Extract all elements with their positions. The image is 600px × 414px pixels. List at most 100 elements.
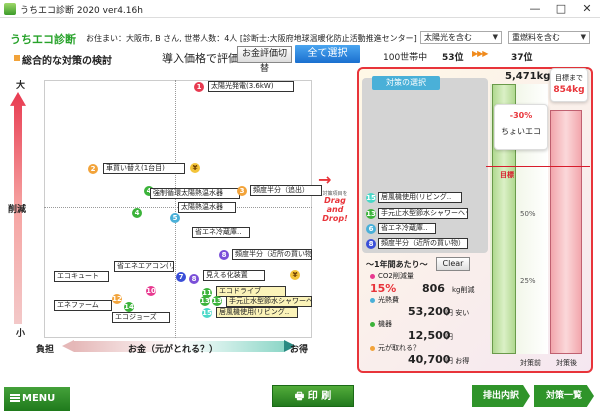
clear-button[interactable]: Clear bbox=[436, 257, 470, 271]
measure-badge: 5 bbox=[170, 213, 180, 223]
target-line bbox=[486, 166, 590, 167]
measure-item-eco-aircon[interactable]: 省エネエアコン(リビ.. bbox=[114, 261, 174, 272]
selected-badge: 8 bbox=[366, 239, 376, 249]
maint-unit: 円 bbox=[446, 333, 453, 341]
brand-title: うちエコ診断 bbox=[10, 33, 76, 46]
measure-badge: 8 bbox=[189, 274, 199, 284]
target-until-label: 目標まで bbox=[555, 74, 583, 82]
section-bullet bbox=[14, 55, 20, 61]
heat-value: 53,200 bbox=[408, 305, 451, 318]
close-button[interactable]: ✕ bbox=[574, 0, 600, 18]
hamburger-icon bbox=[10, 394, 20, 402]
minimize-button[interactable]: — bbox=[522, 0, 548, 18]
measure-item-forced-solar-heater[interactable]: 強制循環太陽熱温水器 bbox=[150, 188, 240, 199]
measure-badge: 4 bbox=[132, 208, 142, 218]
measure-badge: 12 bbox=[112, 294, 122, 304]
measure-badge: 15 bbox=[202, 308, 212, 318]
menu-label: MENU bbox=[22, 393, 56, 404]
y-axis-top-label: 大 bbox=[16, 81, 26, 91]
measure-badge: 1 bbox=[194, 82, 204, 92]
emission-breakdown-button[interactable]: 排出内訳 bbox=[472, 385, 530, 407]
rank-arrows-icon: ▶▶▶ bbox=[472, 49, 489, 58]
maximize-button[interactable]: □ bbox=[548, 0, 574, 18]
x-axis-left-arrow bbox=[62, 340, 74, 352]
reduction-percent: -30% bbox=[509, 111, 533, 120]
payback-unit: 円 お得 bbox=[446, 357, 470, 365]
yen-icon: ¥ bbox=[190, 163, 200, 173]
printer-icon: 🖶 bbox=[294, 391, 308, 402]
heat-label: 光熱費 bbox=[378, 296, 399, 304]
chevron-down-icon: ▼ bbox=[492, 33, 498, 41]
co2-percent: 15% bbox=[370, 282, 397, 295]
measure-item-fridge[interactable]: 省エネ冷蔵庫.. bbox=[192, 227, 250, 238]
x-axis-left-label: 負担 bbox=[36, 345, 55, 355]
co2-value: 806 bbox=[422, 282, 445, 295]
maint-value: 12,500 bbox=[408, 329, 451, 342]
co2-label: CO2削減量 bbox=[378, 272, 414, 280]
app-icon bbox=[4, 3, 16, 15]
per-year-label: ～1年間あたり～ bbox=[366, 260, 428, 269]
measures-list-button[interactable]: 対策一覧 bbox=[534, 385, 594, 407]
bar-before-label: 対策前 bbox=[520, 359, 541, 367]
solar-filter-value: 太陽光を含む bbox=[424, 33, 472, 42]
print-button[interactable]: 🖶 印 刷 bbox=[272, 385, 354, 407]
measure-badge: 10 bbox=[146, 286, 156, 296]
pct-50: 50% bbox=[520, 210, 536, 218]
selected-badge: 6 bbox=[366, 224, 376, 234]
target-bubble: 目標まで 854kg bbox=[550, 68, 588, 102]
measure-item-car[interactable]: 車買い替え(1台目) bbox=[103, 163, 185, 174]
solar-filter-select[interactable]: 太陽光を含む ▼ bbox=[420, 31, 502, 44]
household-info: お住まい：大阪市, B さん, 世帯人数：4人 [診断士:大阪府地球温暖化防止活… bbox=[86, 34, 417, 43]
measure-item-ecojozu[interactable]: エコジョーズ bbox=[112, 312, 170, 323]
fuel-filter-select[interactable]: 重燃料を含む ▼ bbox=[508, 31, 590, 44]
print-label: 印 刷 bbox=[307, 391, 332, 402]
window-title: うちエコ診断 2020 ver4.16h bbox=[20, 6, 143, 16]
x-axis-label: お金（元がとれる？） bbox=[128, 345, 219, 355]
maint-dot-icon bbox=[370, 322, 375, 327]
co2-unit: kg削減 bbox=[452, 286, 475, 294]
x-axis-right-label: お得 bbox=[290, 345, 309, 355]
selected-item-shopping-half[interactable]: 頻度半分（近所の買い物） bbox=[378, 238, 468, 249]
select-all-button[interactable]: 全て選択 bbox=[295, 45, 360, 63]
bar-after bbox=[550, 110, 582, 354]
measure-item-drive-half[interactable]: 頻度半分（追出） bbox=[250, 185, 322, 196]
measure-item-solar-heater[interactable]: 太陽熱温水器 bbox=[178, 202, 236, 213]
maint-label: 機器 bbox=[378, 320, 392, 328]
selection-header: 対策の選択 bbox=[372, 76, 440, 90]
payback-value: 40,700 bbox=[408, 353, 451, 366]
measure-badge: 14 bbox=[124, 302, 134, 312]
yen-icon: ¥ bbox=[290, 270, 300, 280]
selected-badge: 13 bbox=[366, 209, 376, 219]
pct-25: 25% bbox=[520, 277, 536, 285]
payback-label: 元が取れる？ bbox=[378, 344, 420, 352]
selected-item-fan[interactable]: 居風機使用(リビング.. bbox=[378, 192, 462, 203]
heat-dot-icon bbox=[370, 298, 375, 303]
measure-badge: 2 bbox=[88, 164, 98, 174]
fuel-filter-value: 重燃料を含む bbox=[512, 33, 560, 42]
measure-item-solar[interactable]: 太陽光発電(3.6kW) bbox=[208, 81, 294, 92]
target-label: 目標 bbox=[500, 171, 514, 179]
measure-badge: 13 bbox=[200, 296, 210, 306]
section-title: 総合的な対策の検討 bbox=[22, 56, 112, 67]
measure-badge: 3 bbox=[237, 186, 247, 196]
measure-item-shower-head[interactable]: 手元止水型節水シャワーヘッド bbox=[226, 296, 312, 307]
y-axis-bottom-label: 小 bbox=[16, 329, 26, 339]
payback-dot-icon bbox=[370, 346, 375, 351]
reduction-bubble: -30% ちょいエコ bbox=[494, 104, 548, 150]
target-remaining: 854kg bbox=[553, 85, 585, 95]
measure-item-shopping-half[interactable]: 頻度半分（近所の買い物） bbox=[232, 249, 312, 260]
chevron-down-icon: ▼ bbox=[580, 33, 586, 41]
selected-item-fridge[interactable]: 省エネ冷蔵庫.. bbox=[378, 223, 436, 234]
measure-badge: 8 bbox=[219, 250, 229, 260]
drag-hint-text: Drag and Drop! bbox=[322, 196, 348, 223]
measure-item-visualize[interactable]: 見える化装置 bbox=[203, 270, 265, 281]
selected-badge: 15 bbox=[366, 193, 376, 203]
total-emission: 5,471kg bbox=[505, 71, 551, 82]
measure-item-fan[interactable]: 居風機使用(リビング.. bbox=[216, 307, 298, 318]
measure-badge: 13 bbox=[212, 296, 222, 306]
money-switch-button[interactable]: お金評価切替 bbox=[237, 46, 292, 74]
selected-item-shower-head[interactable]: 手元止水型節水シャワーヘッド bbox=[378, 208, 468, 219]
measure-item-ecocute[interactable]: エコキュート bbox=[54, 271, 109, 282]
measure-item-enefarm[interactable]: エネファーム bbox=[54, 300, 112, 311]
rank-after: 37位 bbox=[511, 53, 533, 63]
